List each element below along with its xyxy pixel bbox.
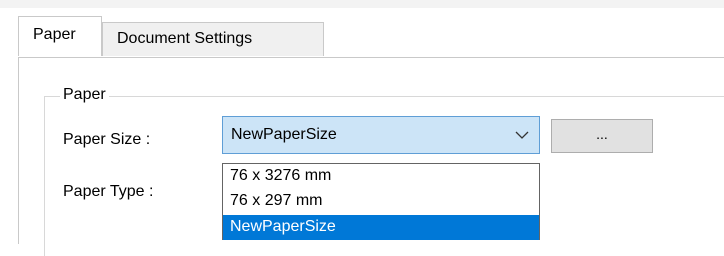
- paper-groupbox-title: Paper: [60, 84, 109, 106]
- tab-document-settings[interactable]: Document Settings: [102, 22, 324, 56]
- paper-size-combobox[interactable]: NewPaperSize: [222, 116, 540, 154]
- chevron-down-icon[interactable]: [515, 128, 529, 142]
- title-strip: [0, 0, 724, 8]
- paper-type-label: Paper Type :: [63, 183, 154, 200]
- browse-paper-size-button[interactable]: ...: [551, 119, 653, 153]
- paper-size-label: Paper Size :: [63, 131, 151, 148]
- dropdown-option-newpapersize[interactable]: NewPaperSize: [223, 215, 539, 240]
- tab-paper-label: Paper: [33, 26, 76, 43]
- paper-settings-dialog: Paper Document Settings Paper Paper Size…: [0, 0, 724, 256]
- dropdown-option-76x297[interactable]: 76 x 297 mm: [223, 189, 539, 213]
- tab-document-settings-label: Document Settings: [117, 30, 253, 47]
- paper-size-value: NewPaperSize: [231, 126, 337, 143]
- paper-size-dropdown-list: 76 x 3276 mm 76 x 297 mm NewPaperSize: [222, 163, 540, 240]
- tab-paper[interactable]: Paper: [18, 16, 102, 56]
- dropdown-option-76x3276[interactable]: 76 x 3276 mm: [223, 164, 539, 188]
